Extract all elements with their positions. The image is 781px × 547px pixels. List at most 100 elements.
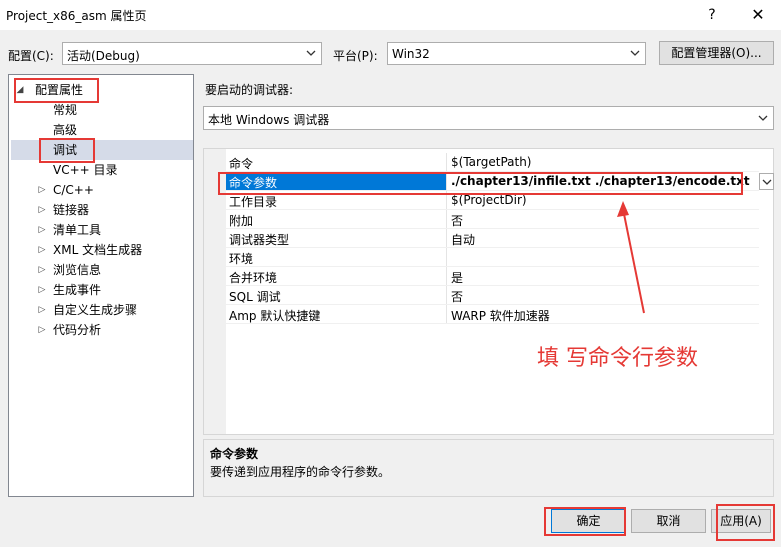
- property-value[interactable]: ./chapter13/infile.txt ./chapter13/encod…: [451, 174, 750, 188]
- column-divider[interactable]: [446, 210, 447, 229]
- column-divider[interactable]: [446, 172, 447, 191]
- property-row[interactable]: 工作目录 $(ProjectDir): [204, 191, 759, 210]
- property-tree[interactable]: ◢ 配置属性 常规高级调试 VC++ 目录 ▷ C/C++ ▷ 链接器 ▷ 清单工具 ▷ XML …: [8, 74, 194, 497]
- cancel-button[interactable]: 取消: [631, 509, 706, 533]
- config-manager-button[interactable]: 配置管理器(O)...: [659, 41, 774, 65]
- property-row[interactable]: 调试器类型 自动: [204, 229, 759, 248]
- title-bar: Project_x86_asm 属性页 ? ✕: [0, 0, 781, 30]
- tree-item-label: 代码分析: [53, 323, 102, 337]
- expand-arrow-icon[interactable]: ▷: [37, 260, 47, 280]
- column-divider[interactable]: [446, 248, 447, 267]
- expanded-arrow-icon[interactable]: ◢: [15, 80, 25, 100]
- tree-item-label: 生成事件: [53, 283, 102, 297]
- column-divider[interactable]: [446, 267, 447, 286]
- chevron-down-icon: [306, 50, 316, 56]
- tree-item-label: 自定义生成步骤: [53, 303, 138, 317]
- property-row[interactable]: SQL 调试 否: [204, 286, 759, 305]
- column-divider[interactable]: [446, 153, 447, 172]
- property-row[interactable]: 命令参数 ./chapter13/infile.txt ./chapter13/e…: [204, 172, 759, 191]
- tree-item[interactable]: VC++ 目录: [11, 160, 193, 180]
- tree-item-label: 调试: [53, 143, 78, 157]
- property-name: 命令: [229, 157, 254, 171]
- platform-value: Win32: [392, 47, 430, 61]
- expand-arrow-icon[interactable]: ▷: [37, 200, 47, 220]
- tree-root-label: 配置属性: [35, 83, 84, 97]
- tree-item[interactable]: ▷ XML 文档生成器: [11, 240, 193, 260]
- expand-arrow-icon[interactable]: ▷: [37, 240, 47, 260]
- tree-item-label: XML 文档生成器: [53, 243, 143, 257]
- tree-item-label: VC++ 目录: [53, 163, 118, 177]
- expand-arrow-icon[interactable]: ▷: [37, 220, 47, 240]
- config-label: 配置(C):: [8, 49, 54, 63]
- property-name: 调试器类型: [229, 233, 290, 247]
- column-divider[interactable]: [446, 229, 447, 248]
- property-name: SQL 调试: [229, 290, 281, 304]
- expand-arrow-icon[interactable]: ▷: [37, 280, 47, 300]
- property-value[interactable]: 是: [451, 269, 463, 286]
- config-dropdown[interactable]: 活动(Debug): [62, 42, 322, 65]
- property-name: 命令参数: [229, 176, 278, 190]
- tree-item[interactable]: 调试: [11, 140, 193, 160]
- platform-label: 平台(P):: [333, 49, 378, 63]
- property-value[interactable]: 否: [451, 288, 463, 305]
- property-row[interactable]: 合并环境 是: [204, 267, 759, 286]
- property-row[interactable]: 附加 否: [204, 210, 759, 229]
- ok-button[interactable]: 确定: [551, 509, 626, 533]
- annotation-arrow-icon: [617, 201, 645, 314]
- debugger-dropdown[interactable]: 本地 Windows 调试器: [203, 106, 774, 130]
- platform-dropdown[interactable]: Win32: [387, 42, 646, 65]
- property-grid-area: 命令 $(TargetPath) 命令参数 ./chapter13/infile.tx…: [203, 148, 774, 435]
- close-button[interactable]: ✕: [746, 4, 770, 26]
- expand-arrow-icon[interactable]: ▷: [37, 300, 47, 320]
- apply-button[interactable]: 应用(A): [711, 509, 771, 533]
- tree-item-label: 常规: [53, 103, 78, 117]
- property-name: 合并环境: [229, 271, 278, 285]
- tree-item[interactable]: ▷ 清单工具: [11, 220, 193, 240]
- description-title: 命令参数: [210, 447, 259, 461]
- tree-item[interactable]: ▷ 自定义生成步骤: [11, 300, 193, 320]
- property-name: Amp 默认快捷键: [229, 309, 321, 323]
- expand-arrow-icon[interactable]: ▷: [37, 180, 47, 200]
- window-title: Project_x86_asm 属性页: [6, 9, 147, 23]
- tree-item[interactable]: ▷ 链接器: [11, 200, 193, 220]
- annotation-text: 填 写命令行参数: [537, 346, 698, 371]
- tree-item-label: 高级: [53, 123, 78, 137]
- value-dropdown-button[interactable]: [759, 173, 774, 190]
- tree-item-label: 浏览信息: [53, 263, 102, 277]
- chevron-down-icon: [758, 115, 768, 121]
- property-name: 工作目录: [229, 195, 278, 209]
- help-button[interactable]: ?: [700, 4, 724, 26]
- expand-arrow-icon[interactable]: ▷: [37, 320, 47, 340]
- tree-item[interactable]: ▷ 浏览信息: [11, 260, 193, 280]
- tree-item-label: 链接器: [53, 203, 90, 217]
- tree-item[interactable]: ▷ 生成事件: [11, 280, 193, 300]
- property-row[interactable]: Amp 默认快捷键 WARP 软件加速器: [204, 305, 759, 324]
- property-row[interactable]: 命令 $(TargetPath): [204, 153, 759, 172]
- column-divider[interactable]: [446, 305, 447, 324]
- debugger-label: 要启动的调试器:: [205, 83, 294, 97]
- tree-item[interactable]: ▷ 代码分析: [11, 320, 193, 340]
- tree-item-label: 清单工具: [53, 223, 102, 237]
- tree-item[interactable]: ▷ C/C++: [11, 180, 193, 200]
- property-name: 环境: [229, 252, 254, 266]
- property-name: 附加: [229, 214, 254, 228]
- property-row[interactable]: 环境: [204, 248, 759, 267]
- chevron-down-icon: [630, 50, 640, 56]
- chevron-down-icon: [762, 179, 772, 185]
- tree-item[interactable]: 高级: [11, 120, 193, 140]
- config-value: 活动(Debug): [67, 49, 140, 63]
- description-panel: 命令参数 要传递到应用程序的命令行参数。: [203, 439, 774, 497]
- description-text: 要传递到应用程序的命令行参数。: [210, 465, 391, 479]
- tree-item[interactable]: 常规: [11, 100, 193, 120]
- debugger-value: 本地 Windows 调试器: [208, 113, 330, 127]
- property-value[interactable]: $(TargetPath): [451, 155, 531, 169]
- tree-item-label: C/C++: [53, 183, 94, 197]
- property-value[interactable]: WARP 软件加速器: [451, 307, 550, 324]
- property-value[interactable]: 自动: [451, 231, 475, 248]
- column-divider[interactable]: [446, 191, 447, 210]
- column-divider[interactable]: [446, 286, 447, 305]
- row-separator: [226, 323, 759, 324]
- property-value[interactable]: $(ProjectDir): [451, 193, 527, 207]
- property-value[interactable]: 否: [451, 212, 463, 229]
- tree-root-config-properties[interactable]: ◢ 配置属性: [13, 80, 193, 100]
